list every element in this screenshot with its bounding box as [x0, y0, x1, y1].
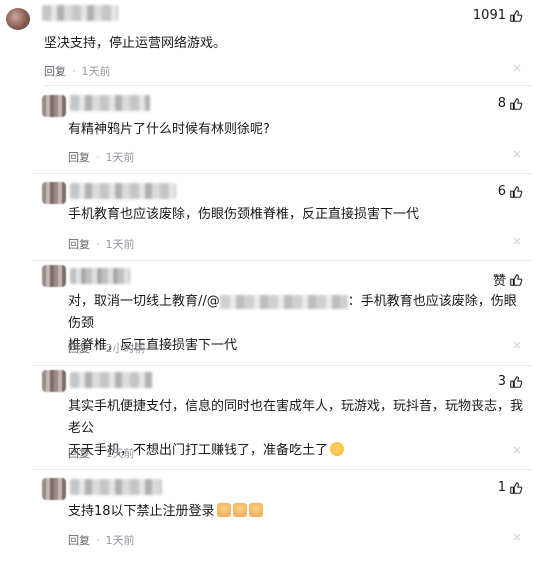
close-icon[interactable]: ×	[512, 234, 522, 248]
reply-button[interactable]: 回复	[68, 340, 90, 356]
comment-meta: 回复 · 1天前	[68, 445, 135, 461]
comment-time: 1天前	[105, 447, 135, 460]
thumbs-up-icon	[510, 273, 523, 286]
comment-meta: 回复 · 2小时前	[68, 340, 146, 356]
comment-meta: 回复 · 1天前	[68, 532, 135, 548]
comment-time: 1天前	[105, 238, 135, 251]
username-blurred[interactable]	[70, 268, 130, 284]
comment-time: 1天前	[81, 65, 111, 78]
close-icon[interactable]: ×	[512, 530, 522, 544]
username-blurred[interactable]	[70, 183, 176, 199]
reply-button[interactable]: 回复	[68, 149, 90, 165]
thumbs-up-icon	[510, 185, 523, 198]
comment-meta: 回复 · 1天前	[44, 63, 111, 79]
comment-item: 8 有精神鸦片了什么时候有林则徐呢? 回复 · 1天前 ×	[0, 86, 550, 174]
like-button[interactable]: 3	[498, 374, 523, 389]
reply-button[interactable]: 回复	[44, 63, 66, 79]
like-button[interactable]: 1091	[473, 8, 523, 23]
reply-button[interactable]: 回复	[68, 445, 90, 461]
like-button[interactable]: 6	[498, 184, 523, 199]
like-count: 1	[497, 480, 506, 495]
avatar[interactable]	[42, 95, 66, 117]
thumbs-up-icon	[510, 97, 523, 110]
comment-item: 赞 对，取消一切线上教育//@ ：手机教育也应该废除，伤眼伤颈 椎脊椎，反正直接损…	[0, 262, 550, 366]
comment-item: 6 手机教育也应该废除，伤眼伤颈椎脊椎，反正直接损害下一代 回复 · 1天前 ×	[0, 174, 550, 262]
comment-item: 1091 坚决支持，停止运营网络游戏。 回复 · 1天前 ×	[0, 0, 550, 86]
like-label: 赞	[492, 274, 506, 289]
reply-button[interactable]: 回复	[68, 236, 90, 252]
like-count: 8	[497, 96, 506, 111]
comment-meta: 回复 · 1天前	[68, 236, 135, 252]
thumbs-up-icon	[510, 9, 523, 22]
username-blurred[interactable]	[70, 95, 150, 111]
thumbs-up-icon	[510, 481, 523, 494]
username-blurred[interactable]	[70, 372, 152, 388]
like-count: 6	[497, 184, 506, 199]
like-count: 3	[497, 374, 506, 389]
avatar[interactable]	[42, 265, 66, 287]
clap-emoji	[232, 503, 247, 517]
username-blurred[interactable]	[42, 5, 118, 21]
comment-text: 坚决支持，停止运营网络游戏。	[44, 36, 227, 51]
username-blurred[interactable]	[70, 479, 162, 495]
clap-emoji	[248, 503, 263, 517]
avatar[interactable]	[42, 478, 66, 500]
avatar[interactable]	[42, 370, 66, 392]
close-icon[interactable]: ×	[512, 147, 522, 161]
comment-time: 1天前	[105, 151, 135, 164]
reply-button[interactable]: 回复	[68, 532, 90, 548]
comment-text: 有精神鸦片了什么时候有林则徐呢?	[68, 122, 270, 137]
mention-blurred[interactable]	[219, 294, 348, 309]
comment-text: 手机教育也应该废除，伤眼伤颈椎脊椎，反正直接损害下一代	[68, 207, 420, 222]
like-button[interactable]: 1	[498, 480, 523, 495]
close-icon[interactable]: ×	[512, 443, 522, 457]
like-button[interactable]: 赞	[493, 270, 523, 289]
comment-meta: 回复 · 1天前	[68, 149, 135, 165]
comment-item: 3 其实手机便捷支付，信息的同时也在害成年人，玩游戏，玩抖音，玩物丧志，我老公 …	[0, 366, 550, 470]
avatar[interactable]	[6, 8, 30, 30]
avatar[interactable]	[42, 182, 66, 204]
thumbs-up-icon	[510, 375, 523, 388]
like-button[interactable]: 8	[498, 96, 523, 111]
comment-time: 2小时前	[105, 342, 146, 355]
comment-text: 其实手机便捷支付，信息的同时也在害成年人，玩游戏，玩抖音，玩物丧志，我老公 天天…	[68, 399, 524, 458]
comment-time: 1天前	[105, 534, 135, 547]
crying-emoji	[330, 442, 345, 456]
clap-emoji	[216, 503, 231, 517]
close-icon[interactable]: ×	[512, 338, 522, 352]
comment-text: 支持18以下禁止注册登录	[68, 501, 523, 523]
close-icon[interactable]: ×	[512, 61, 522, 75]
like-count: 1091	[472, 8, 506, 23]
divider	[32, 260, 532, 261]
comment-item: 1 支持18以下禁止注册登录 回复 · 1天前 ×	[0, 470, 550, 561]
